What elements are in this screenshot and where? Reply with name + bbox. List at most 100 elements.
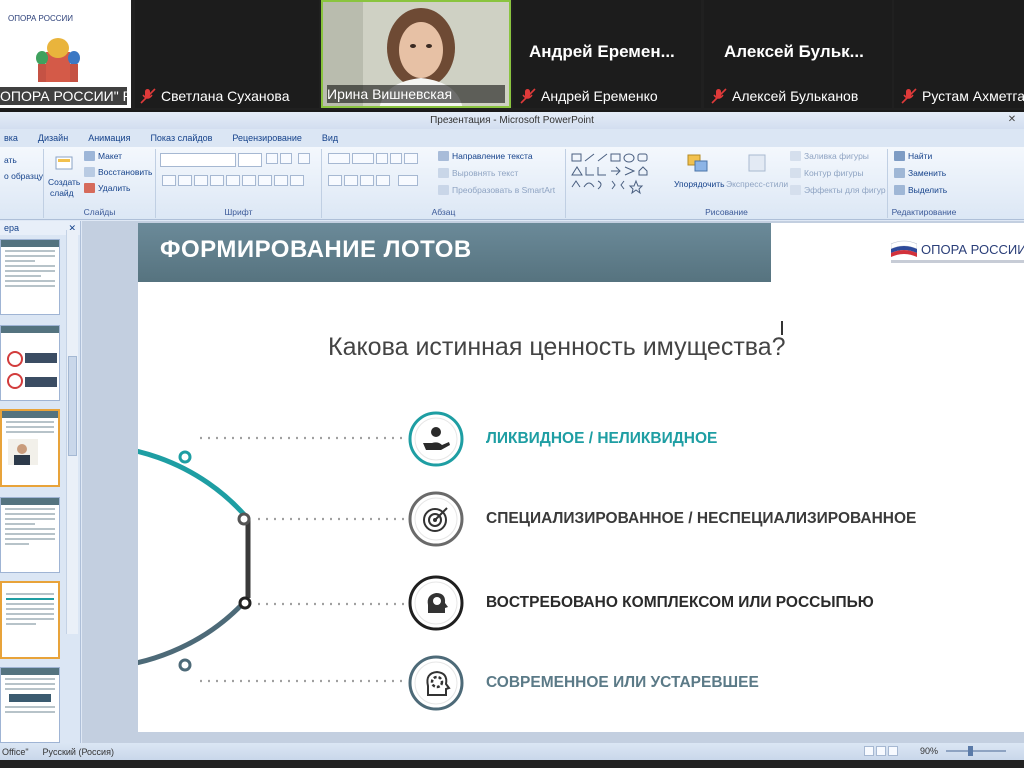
arrange-icon[interactable]	[686, 153, 712, 177]
delete-icon	[84, 183, 95, 193]
criteria-row: ВОСТРЕБОВАНО КОМПЛЕКСОМ ИЛИ РОССЫПЬЮ	[408, 575, 874, 631]
shape-outline-button[interactable]: Контур фигуры	[790, 168, 863, 178]
theme-name: Office"	[2, 746, 29, 757]
font-size-buttons[interactable]	[266, 153, 312, 164]
new-slide-button-line2[interactable]: слайд	[50, 188, 74, 198]
font-group-label: Шрифт	[224, 207, 253, 217]
church-illustration	[36, 38, 80, 82]
status-bar: Office" Русский (Россия) 90%	[0, 743, 1024, 760]
window-titlebar: Презентация - Microsoft PowerPoint ✕	[0, 112, 1024, 129]
text-direction-button[interactable]: Направление текста	[438, 151, 533, 161]
drawing-group: Упорядочить Экспресс-стили Заливка фигур…	[566, 149, 888, 218]
effects-icon	[790, 185, 801, 195]
slides-pane-tab[interactable]: ера	[4, 223, 19, 233]
reset-button[interactable]: Восстановить	[84, 167, 152, 177]
mic-muted-icon	[520, 88, 536, 104]
paste-partial-label[interactable]: ать	[4, 155, 17, 165]
new-slide-button[interactable]: Создать	[48, 177, 80, 187]
tab-insert[interactable]: вка	[0, 133, 28, 143]
bottom-strip	[0, 760, 1024, 768]
smartart-button[interactable]: Преобразовать в SmartArt	[438, 185, 555, 195]
quick-styles-button[interactable]: Экспресс-стили	[726, 179, 788, 189]
video-strip: ОПОРА РОССИИ ОПОРА РОССИИ" Р... Светлана…	[0, 0, 1024, 110]
text-direction-icon	[438, 151, 449, 161]
outline-icon	[790, 168, 801, 178]
window-title: Презентация - Microsoft PowerPoint	[430, 115, 594, 126]
gear-head-icon	[408, 655, 464, 711]
clipboard-group: ать о образцу	[0, 149, 44, 218]
align-text-button[interactable]: Выровнять текст	[438, 168, 518, 178]
mic-muted-icon	[901, 88, 917, 104]
tab-slideshow[interactable]: Показ слайдов	[140, 133, 222, 143]
format-painter-label[interactable]: о образцу	[4, 171, 43, 181]
window-close-button[interactable]: ✕	[1006, 114, 1018, 126]
zoom-slider-thumb[interactable]	[968, 746, 973, 756]
layout-button[interactable]: Макет	[84, 151, 122, 161]
font-group: Шрифт	[156, 149, 322, 218]
tab-review[interactable]: Рецензирование	[222, 133, 312, 143]
ribbon-tabs: вка Дизайн Анимация Показ слайдов Реценз…	[0, 129, 1024, 147]
arrange-button[interactable]: Упорядочить	[674, 179, 725, 189]
paragraph-group: Направление текста Выровнять текст Преоб…	[322, 149, 566, 218]
participant-name: Андрей Еременко	[519, 87, 697, 105]
slide-thumbnail[interactable]	[0, 667, 60, 743]
slide-thumbnail[interactable]	[0, 325, 60, 401]
shape-fill-button[interactable]: Заливка фигуры	[790, 151, 869, 161]
participant-name: Рустам Ахметга	[900, 87, 1024, 105]
video-tile[interactable]: Рустам Ахметга	[894, 0, 1024, 108]
ribbon: ать о образцу Создать слайд Макет Восста…	[0, 147, 1024, 220]
tab-animation[interactable]: Анимация	[78, 133, 140, 143]
participant-big-name: Алексей Бульк...	[724, 42, 864, 61]
criteria-text: ЛИКВИДНОЕ / НЕЛИКВИДНОЕ	[486, 430, 718, 447]
tile-logo-text: ОПОРА РОССИИ	[8, 14, 73, 23]
slide-editing-area: ФОРМИРОВАНИЕ ЛОТОВ ОПОРА РОССИИ Какова и…	[82, 221, 1024, 743]
font-style-buttons[interactable]	[162, 175, 306, 186]
slide-thumbnail-selected[interactable]	[0, 409, 60, 487]
replace-button[interactable]: Заменить	[894, 168, 946, 178]
powerpoint-window: Презентация - Microsoft PowerPoint ✕ вка…	[0, 112, 1024, 768]
quick-styles-icon[interactable]	[746, 153, 768, 175]
font-family-select[interactable]	[160, 153, 236, 167]
video-tile[interactable]: ОПОРА РОССИИ ОПОРА РОССИИ" Р...	[0, 0, 131, 108]
font-size-select[interactable]	[238, 153, 262, 167]
criteria-row: ЛИКВИДНОЕ / НЕЛИКВИДНОЕ	[408, 411, 717, 467]
view-buttons[interactable]	[864, 746, 900, 756]
criteria-row: СПЕЦИАЛИЗИРОВАННОЕ / НЕСПЕЦИАЛИЗИРОВАННО…	[408, 491, 916, 547]
slide-canvas[interactable]: ФОРМИРОВАНИЕ ЛОТОВ ОПОРА РОССИИ Какова и…	[138, 223, 1024, 732]
participant-name: Алексей Бульканов	[710, 87, 888, 105]
language-indicator[interactable]: Русский (Россия)	[43, 747, 114, 757]
zoom-level[interactable]: 90%	[920, 746, 938, 756]
participant-name: Ирина Вишневская	[327, 85, 505, 103]
criteria-row: СОВРЕМЕННОЕ ИЛИ УСТАРЕВШЕЕ	[408, 655, 759, 711]
slide-thumbnail[interactable]	[0, 497, 60, 573]
idea-head-icon	[408, 575, 464, 631]
list-buttons[interactable]	[328, 153, 420, 164]
video-tile[interactable]: Светлана Суханова	[135, 0, 319, 108]
criteria-text: ВОСТРЕБОВАНО КОМПЛЕКСОМ ИЛИ РОССЫПЬЮ	[486, 594, 874, 611]
reset-icon	[84, 167, 95, 177]
target-icon	[408, 491, 464, 547]
select-button[interactable]: Выделить	[894, 185, 947, 195]
new-slide-icon[interactable]	[54, 155, 74, 175]
slides-group: Создать слайд Макет Восстановить Удалить…	[44, 149, 156, 218]
slide-thumbnail[interactable]	[0, 581, 60, 659]
video-tile[interactable]: Андрей Еремен... Андрей Еременко	[513, 0, 701, 108]
money-hand-icon	[408, 411, 464, 467]
tab-view[interactable]: Вид	[312, 133, 348, 143]
slide-thumbnail[interactable]	[0, 239, 60, 315]
slides-pane-scrollbar[interactable]	[66, 230, 78, 634]
criteria-text: СПЕЦИАЛИЗИРОВАННОЕ / НЕСПЕЦИАЛИЗИРОВАННО…	[486, 510, 917, 527]
delete-slide-button[interactable]: Удалить	[84, 183, 130, 193]
video-tile-active[interactable]: Ирина Вишневская	[321, 0, 511, 108]
find-icon	[894, 151, 905, 161]
find-button[interactable]: Найти	[894, 151, 932, 161]
video-tile[interactable]: Алексей Бульк... Алексей Бульканов	[704, 0, 892, 108]
editing-group: Найти Заменить Выделить Редактирование	[888, 149, 960, 218]
shape-effects-button[interactable]: Эффекты для фигур	[790, 185, 886, 195]
tab-design[interactable]: Дизайн	[28, 133, 78, 143]
participant-name: Светлана Суханова	[139, 87, 315, 105]
align-buttons[interactable]	[328, 175, 420, 186]
scrollbar-thumb[interactable]	[68, 356, 77, 456]
shapes-gallery[interactable]	[570, 151, 666, 195]
zoom-slider[interactable]	[946, 750, 1006, 752]
